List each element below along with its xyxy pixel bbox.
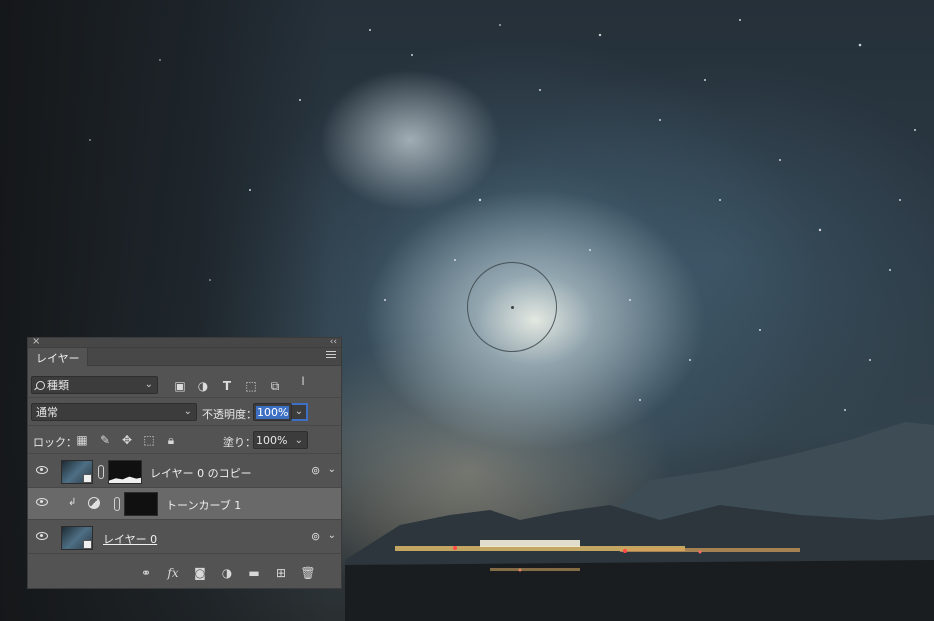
image-filter-icon[interactable]: ▣	[173, 379, 187, 393]
lock-row: ロック： ▦ ✎ ✥ ⬚ 🔒︎ 塗り： 100% ⌄	[28, 427, 341, 454]
close-panel-button[interactable]: ×	[32, 336, 40, 348]
panel-bottom-toolbar: ⚭ fx ◙ ◑ ▬ ⊞ 🗑︎	[28, 558, 341, 588]
visibility-eye-icon[interactable]	[36, 466, 48, 474]
filter-kind-value: 種類	[47, 379, 69, 392]
new-layer-icon[interactable]: ⊞	[273, 566, 289, 580]
type-filter-icon[interactable]: T	[220, 379, 234, 393]
lock-artboard-icon[interactable]: ⬚	[142, 433, 156, 447]
layer-row-selected[interactable]: ↲ トーンカーブ 1	[28, 488, 341, 520]
layer-name[interactable]: レイヤー 0	[103, 531, 157, 547]
blend-mode-value: 通常	[36, 406, 58, 419]
fill-label: 塗り：	[223, 436, 256, 449]
filter-kind-dropdown[interactable]: 種類 ⌄	[31, 376, 158, 394]
opacity-label: 不透明度：	[202, 408, 257, 421]
chevron-down-icon[interactable]: ⌄	[328, 464, 336, 475]
layers-panel[interactable]: × ‹‹ レイヤー 種類 ⌄ ▣ ◑ T ⬚ ⧉ ⏽ 通常 ⌄ 不透明度： 10…	[27, 336, 342, 589]
link-layers-icon[interactable]: ⚭	[138, 566, 154, 580]
lock-transparent-icon[interactable]: ▦	[75, 433, 89, 447]
mask-link-chain-icon[interactable]	[98, 465, 104, 479]
add-mask-icon[interactable]: ◙	[192, 566, 208, 580]
visibility-eye-icon[interactable]	[36, 498, 48, 506]
blend-mode-dropdown[interactable]: 通常 ⌄	[31, 403, 197, 421]
new-adjustment-icon[interactable]: ◑	[219, 566, 235, 580]
blend-row: 通常 ⌄ 不透明度： 100% ⌄	[28, 399, 341, 426]
layer-row[interactable]: レイヤー 0 ⊚ ⌄	[28, 522, 341, 554]
collapse-panel-button[interactable]: ‹‹	[330, 336, 337, 348]
new-group-icon[interactable]: ▬	[246, 566, 262, 580]
chevron-down-icon: ⌄	[294, 435, 303, 446]
chevron-down-icon: ⌄	[183, 406, 192, 417]
clipping-mask-icon: ↲	[68, 497, 77, 508]
mask-link-chain-icon[interactable]	[114, 497, 120, 511]
curves-adjustment-icon	[88, 497, 100, 509]
smart-filter-badge-icon[interactable]: ⊚	[311, 531, 325, 543]
layer-filter-row: 種類 ⌄ ▣ ◑ T ⬚ ⧉ ⏽	[28, 372, 341, 398]
fill-value: 100%	[256, 434, 288, 447]
lock-position-move-icon[interactable]: ✥	[120, 433, 134, 447]
panel-menu-icon[interactable]	[326, 351, 336, 361]
layer-row[interactable]: レイヤー 0 のコピー ⊚ ⌄	[28, 456, 341, 488]
tab-layers[interactable]: レイヤー	[28, 348, 88, 366]
chevron-down-icon[interactable]: ⌄	[328, 530, 336, 541]
fx-icon[interactable]: fx	[165, 566, 181, 580]
fill-input[interactable]: 100% ⌄	[253, 431, 308, 449]
smart-object-badge-icon	[83, 540, 92, 549]
layer-thumbnail	[61, 460, 93, 484]
panel-titlebar[interactable]: × ‹‹	[28, 336, 341, 348]
layer-name[interactable]: レイヤー 0 のコピー	[150, 465, 252, 481]
smart-object-filter-icon[interactable]: ⧉	[268, 379, 282, 393]
shape-filter-icon[interactable]: ⬚	[244, 379, 258, 393]
panel-tab-row: レイヤー	[28, 348, 341, 366]
opacity-dropdown-button[interactable]: ⌄	[291, 403, 308, 421]
brush-cursor	[467, 262, 557, 352]
smart-object-badge-icon	[83, 474, 92, 483]
visibility-eye-icon[interactable]	[36, 532, 48, 540]
layer-thumbnail	[61, 526, 93, 550]
search-icon	[36, 381, 45, 390]
opacity-value: 100%	[256, 406, 290, 419]
layer-mask-thumbnail[interactable]	[108, 460, 142, 484]
adjustment-filter-icon[interactable]: ◑	[196, 379, 210, 393]
delete-layer-icon[interactable]: 🗑︎	[300, 566, 316, 580]
smart-filter-badge-icon[interactable]: ⊚	[311, 465, 325, 477]
layer-name[interactable]: トーンカーブ 1	[166, 497, 241, 513]
lock-image-brush-icon[interactable]: ✎	[98, 433, 112, 447]
chevron-down-icon: ⌄	[144, 379, 153, 390]
layer-mask-thumbnail[interactable]	[124, 492, 158, 516]
filter-toggle-icon[interactable]: ⏽	[296, 375, 310, 389]
lock-all-icon[interactable]: 🔒︎	[164, 433, 178, 447]
lock-label: ロック：	[33, 436, 77, 449]
